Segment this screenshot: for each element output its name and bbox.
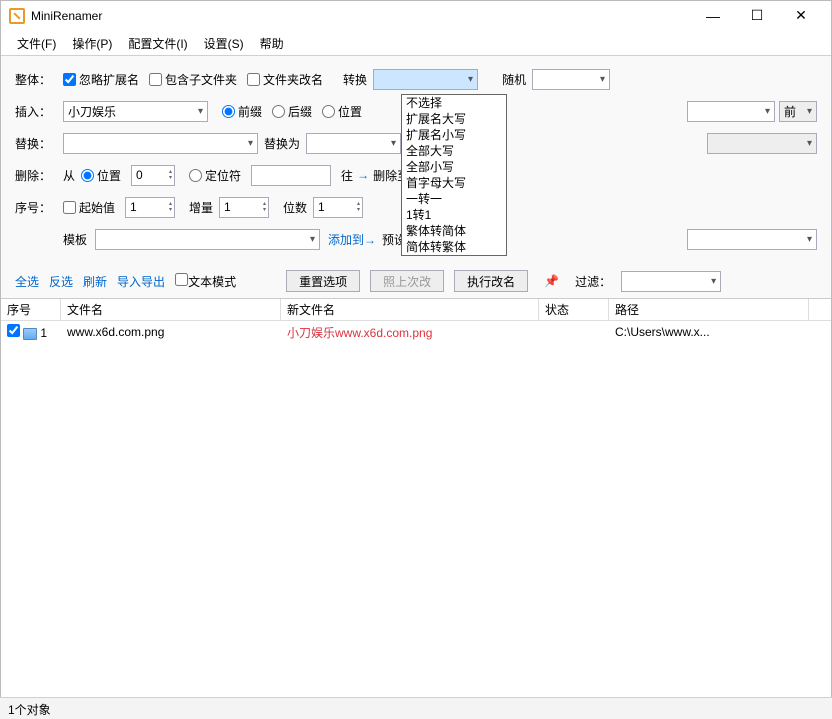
label-to: 往 <box>341 167 353 184</box>
app-icon <box>9 8 25 24</box>
close-button[interactable]: ✕ <box>779 2 823 30</box>
menu-settings[interactable]: 设置(S) <box>196 32 252 55</box>
chk-start-value[interactable]: 起始值 <box>63 199 115 216</box>
menu-bar: 文件(F) 操作(P) 配置文件(I) 设置(S) 帮助 <box>1 31 831 56</box>
cell-path: C:\Users\www.x... <box>609 325 809 339</box>
minimize-button[interactable]: — <box>691 2 735 30</box>
col-path[interactable]: 路径 <box>609 299 809 320</box>
combo-replace-to[interactable] <box>306 133 401 154</box>
pin-icon[interactable]: 📌 <box>544 274 559 288</box>
file-table: 序号 文件名 新文件名 状态 路径 1 www.x6d.com.png 小刀娱乐… <box>1 298 831 343</box>
cell-index: 1 <box>1 324 61 340</box>
app-title: MiniRenamer <box>31 9 691 23</box>
maximize-button[interactable]: ☐ <box>735 2 779 30</box>
col-status[interactable]: 状态 <box>539 299 609 320</box>
label-from: 从 <box>63 167 75 184</box>
combo-insert[interactable]: 小刀娱乐 <box>63 101 208 122</box>
chk-rename-folder[interactable]: 文件夹改名 <box>247 71 323 88</box>
dropdown-item[interactable]: 扩展名小写 <box>402 127 506 143</box>
combo-front[interactable]: 前 <box>779 101 817 122</box>
dropdown-item[interactable]: 全部小写 <box>402 159 506 175</box>
label-whole: 整体： <box>15 71 63 88</box>
dropdown-item[interactable]: 一转一 <box>402 191 506 207</box>
label-convert: 转换 <box>343 71 367 88</box>
titlebar: MiniRenamer — ☐ ✕ <box>1 1 831 31</box>
toolbar: 全选 反选 刷新 导入导出 文本模式 重置选项 照上次改 执行改名 📌 过滤： <box>1 264 831 298</box>
label-digits: 位数 <box>283 199 307 216</box>
label-filter: 过滤： <box>575 273 611 290</box>
combo-template[interactable] <box>95 229 320 250</box>
dropdown-item[interactable]: 繁体转简体 <box>402 223 506 239</box>
radio-del-locator[interactable]: 定位符 <box>189 167 241 184</box>
combo-insert-extra[interactable] <box>687 101 775 122</box>
menu-file[interactable]: 文件(F) <box>9 32 64 55</box>
cell-name: www.x6d.com.png <box>61 325 281 339</box>
label-increment: 增量 <box>189 199 213 216</box>
link-import-export[interactable]: 导入导出 <box>117 273 165 290</box>
col-newname[interactable]: 新文件名 <box>281 299 539 320</box>
spin-digits[interactable]: 1 <box>313 197 363 218</box>
link-invert[interactable]: 反选 <box>49 273 73 290</box>
link-addto[interactable]: 添加到→ <box>328 231 376 248</box>
label-template: 模板 <box>63 231 87 248</box>
label-delete: 删除： <box>15 167 63 184</box>
dropdown-item[interactable]: 首字母大写 <box>402 175 506 191</box>
menu-help[interactable]: 帮助 <box>252 32 292 55</box>
dropdown-item[interactable]: 全部大写 <box>402 143 506 159</box>
combo-random[interactable] <box>532 69 610 90</box>
spin-start[interactable]: 1 <box>125 197 175 218</box>
menu-operation[interactable]: 操作(P) <box>64 32 120 55</box>
menu-config[interactable]: 配置文件(I) <box>120 32 195 55</box>
combo-convert[interactable] <box>373 69 478 90</box>
dropdown-item[interactable]: 扩展名大写 <box>402 111 506 127</box>
input-locator[interactable] <box>251 165 331 186</box>
label-seq: 序号： <box>15 199 63 216</box>
dropdown-item[interactable]: 1转1 <box>402 207 506 223</box>
combo-replace-from[interactable] <box>63 133 258 154</box>
link-select-all[interactable]: 全选 <box>15 273 39 290</box>
col-index[interactable]: 序号 <box>1 299 61 320</box>
spin-del-pos[interactable]: 0 <box>131 165 175 186</box>
radio-prefix[interactable]: 前缀 <box>222 103 262 120</box>
combo-preset[interactable] <box>687 229 817 250</box>
link-refresh[interactable]: 刷新 <box>83 273 107 290</box>
btn-execute[interactable]: 执行改名 <box>454 270 528 292</box>
chk-text-mode[interactable]: 文本模式 <box>175 273 236 290</box>
row-checkbox[interactable] <box>7 324 20 337</box>
cell-newname: 小刀娱乐www.x6d.com.png <box>281 324 539 341</box>
btn-reset[interactable]: 重置选项 <box>286 270 360 292</box>
combo-filter[interactable] <box>621 271 721 292</box>
radio-suffix[interactable]: 后缀 <box>272 103 312 120</box>
label-random: 随机 <box>502 71 526 88</box>
chk-ignore-ext[interactable]: 忽略扩展名 <box>63 71 139 88</box>
dropdown-item[interactable]: 不选择 <box>402 95 506 111</box>
label-replace-to: 替换为 <box>264 135 300 152</box>
table-header: 序号 文件名 新文件名 状态 路径 <box>1 299 831 321</box>
btn-as-last[interactable]: 照上次改 <box>370 270 444 292</box>
radio-position[interactable]: 位置 <box>322 103 362 120</box>
table-row[interactable]: 1 www.x6d.com.png 小刀娱乐www.x6d.com.png C:… <box>1 321 831 343</box>
status-bar: 1个对象 <box>0 697 832 719</box>
col-name[interactable]: 文件名 <box>61 299 281 320</box>
file-icon <box>23 328 37 340</box>
row-whole: 整体： 忽略扩展名 包含子文件夹 文件夹改名 转换 随机 <box>15 64 817 94</box>
dropdown-item[interactable]: 简体转繁体 <box>402 239 506 255</box>
label-replace: 替换： <box>15 135 63 152</box>
label-insert: 插入： <box>15 103 63 120</box>
combo-replace-extra[interactable] <box>707 133 817 154</box>
radio-del-position[interactable]: 位置 <box>81 167 121 184</box>
arrow-right-icon: → <box>357 168 369 182</box>
spin-increment[interactable]: 1 <box>219 197 269 218</box>
convert-dropdown: 不选择 扩展名大写 扩展名小写 全部大写 全部小写 首字母大写 一转一 1转1 … <box>401 94 507 256</box>
chk-include-sub[interactable]: 包含子文件夹 <box>149 71 237 88</box>
